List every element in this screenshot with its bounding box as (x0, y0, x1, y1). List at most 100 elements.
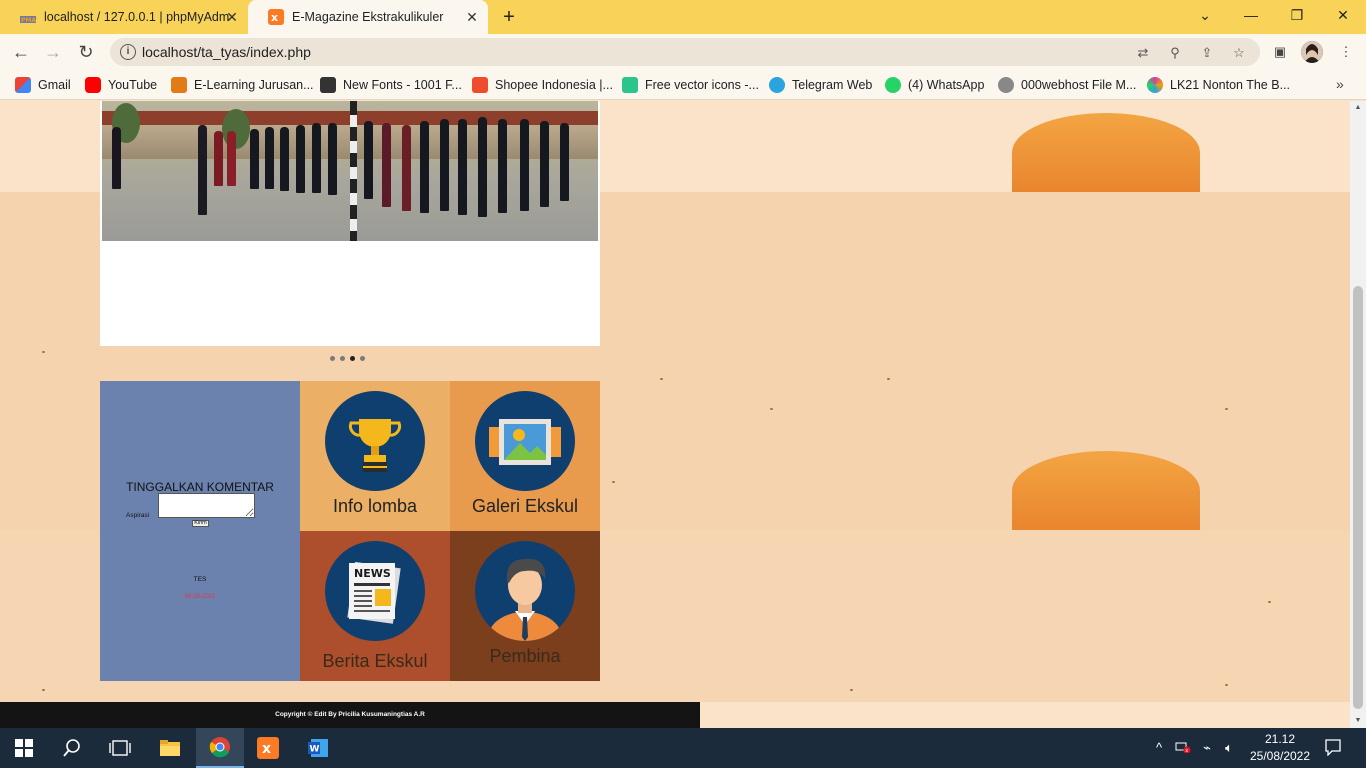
background-speck (1268, 601, 1271, 603)
menu-icon[interactable]: ⋮ (1336, 42, 1356, 62)
task-view-button[interactable] (96, 728, 144, 768)
svg-text:PMA: PMA (21, 17, 36, 24)
close-tab-icon[interactable]: ✕ (464, 9, 480, 25)
page-scrollbar[interactable]: ▲ ▼ (1350, 101, 1366, 728)
trophy-icon (325, 391, 425, 491)
address-bar[interactable]: i localhost/ta_tyas/index.php ⇄ ⚲ ⇪ ☆ (110, 38, 1260, 66)
scroll-down-icon[interactable]: ▼ (1353, 716, 1363, 726)
comment-panel: TINGGALKAN KOMENTAR Aspirasi Kirim TES 0… (100, 381, 300, 681)
tile-berita-ekskul[interactable]: NEWS Berita Ekskul (300, 531, 450, 681)
battery-icon[interactable]: ⌁ (1198, 739, 1216, 757)
aspirasi-input[interactable] (158, 493, 255, 518)
photo-person (312, 123, 321, 193)
windows-icon (15, 739, 33, 757)
minimize-icon[interactable]: — (1228, 0, 1274, 30)
share-icon[interactable]: ⇪ (1198, 44, 1216, 62)
word-button[interactable]: W (294, 728, 342, 768)
tile-pembina[interactable]: Pembina (450, 531, 600, 681)
scroll-up-icon[interactable]: ▲ (1353, 103, 1363, 113)
image-slider[interactable] (100, 101, 600, 346)
gallery-icon (475, 391, 575, 491)
bookmark-star-icon[interactable]: ☆ (1230, 44, 1248, 62)
copyright-text: Copyright © Edit By Pricilia Kusumaningt… (275, 711, 425, 718)
tab-strip: PMA localhost / 127.0.0.1 | phpMyAdm ✕ x… (0, 0, 1366, 34)
profile-avatar[interactable] (1301, 41, 1323, 63)
bookmark-telegram[interactable]: Telegram Web (769, 77, 872, 93)
news-icon: NEWS (325, 541, 425, 641)
file-explorer-button[interactable] (146, 728, 194, 768)
scrollbar-thumb[interactable] (1353, 286, 1363, 709)
windows-taskbar: x W ^ x ⌁ 🔈︎ 21.12 25/08/2022 (0, 728, 1366, 768)
volume-icon[interactable]: 🔈︎ (1220, 739, 1238, 757)
tile-info-lomba[interactable]: Info lomba (300, 381, 450, 531)
bookmark-fonts[interactable]: New Fonts - 1001 F... (320, 77, 462, 93)
reload-icon[interactable]: ↻ (74, 40, 98, 64)
svg-text:NEWS: NEWS (354, 567, 391, 580)
photo-person (227, 131, 236, 186)
show-hidden-icons[interactable]: ^ (1150, 739, 1168, 757)
network-icon[interactable]: x (1174, 739, 1192, 757)
tile-label: Berita Ekskul (322, 651, 428, 671)
photo-person (498, 119, 507, 213)
photo-person (112, 127, 121, 189)
notification-icon[interactable] (1324, 738, 1342, 757)
slider-dots (330, 356, 365, 361)
bookmark-shopee[interactable]: Shopee Indonesia |... (472, 77, 613, 93)
fonts-icon (320, 77, 336, 93)
bookmark-whatsapp[interactable]: (4) WhatsApp (885, 77, 984, 93)
background-speck (660, 378, 663, 380)
bookmark-lk21[interactable]: LK21 Nonton The B... (1147, 77, 1290, 93)
new-tab-button[interactable]: + (498, 6, 520, 28)
forward-icon[interactable]: → (41, 40, 65, 64)
close-window-icon[interactable]: ✕ (1320, 0, 1366, 30)
clock-date: 25/08/2022 (1249, 749, 1311, 763)
bookmark-freevector[interactable]: Free vector icons -... (622, 77, 759, 93)
chrome-button[interactable] (196, 728, 244, 768)
tab-emagazine[interactable]: x E-Magazine Ekstrakulikuler ✕ (248, 0, 488, 34)
photo-person (420, 121, 429, 213)
slider-dot-1[interactable] (330, 356, 335, 361)
bookmark-gmail[interactable]: Gmail (15, 77, 71, 93)
side-panel-icon[interactable]: ▣ (1270, 42, 1290, 62)
background-speck (42, 351, 45, 353)
more-bookmarks-icon[interactable]: » (1336, 76, 1344, 92)
xampp-taskbar-icon: x (257, 737, 279, 759)
close-tab-icon[interactable]: ✕ (224, 9, 240, 25)
translate-icon[interactable]: ⇄ (1134, 44, 1152, 62)
tile-galeri-ekskul[interactable]: Galeri Ekskul (450, 381, 600, 531)
bookmark-000webhost[interactable]: 000webhost File M... (998, 77, 1136, 93)
task-view-icon (109, 740, 131, 756)
bookmark-elearning[interactable]: E-Learning Jurusan... (171, 77, 314, 93)
slider-dot-3[interactable] (350, 356, 355, 361)
search-button[interactable] (48, 728, 96, 768)
tab-search-icon[interactable]: ⌄ (1182, 0, 1228, 30)
photo-person (364, 121, 373, 199)
photo-person (250, 129, 259, 189)
start-button[interactable] (0, 728, 48, 768)
tab-phpmyadmin[interactable]: PMA localhost / 127.0.0.1 | phpMyAdm ✕ (0, 0, 248, 34)
background-hump (1012, 113, 1200, 192)
slider-dot-4[interactable] (360, 356, 365, 361)
kirim-button[interactable]: Kirim (192, 520, 209, 527)
telegram-icon (769, 77, 785, 93)
background-speck (1225, 684, 1228, 686)
tab-title: localhost / 127.0.0.1 | phpMyAdm (44, 10, 230, 24)
whatsapp-icon (885, 77, 901, 93)
photo-person (540, 121, 549, 207)
comment-title: TINGGALKAN KOMENTAR (126, 480, 274, 494)
photo-person (520, 119, 529, 211)
xampp-icon: x (268, 9, 284, 25)
system-clock[interactable]: 21.12 25/08/2022 (1240, 731, 1320, 765)
background-hump (1012, 451, 1200, 530)
zoom-icon[interactable]: ⚲ (1166, 44, 1184, 62)
back-icon[interactable]: ← (9, 40, 33, 64)
lk21-icon (1147, 77, 1163, 93)
photo-person (382, 123, 391, 207)
site-info-icon[interactable]: i (120, 44, 136, 60)
maximize-icon[interactable]: ❐ (1274, 0, 1320, 30)
photo-person (402, 125, 411, 211)
slider-dot-2[interactable] (340, 356, 345, 361)
photo-pole (350, 101, 357, 241)
bookmark-youtube[interactable]: YouTube (85, 77, 157, 93)
xampp-button[interactable]: x (244, 728, 292, 768)
